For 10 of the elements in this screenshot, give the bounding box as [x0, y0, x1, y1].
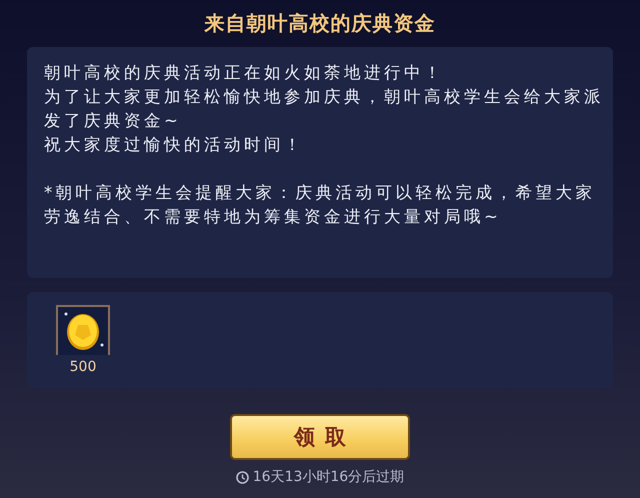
- reward-amount: 500: [70, 359, 96, 375]
- message-paragraph: 为了让大家更加轻松愉快地参加庆典，朝叶高校学生会给大家派发了庆典资金~: [44, 86, 604, 132]
- message-note: *朝叶高校学生会提醒大家：庆典活动可以轻松完成，希望大家劳逸结合、不需要特地为筹集资金进行大量对局哦~: [44, 182, 596, 228]
- claim-button[interactable]: 领取: [230, 414, 410, 460]
- expiry-text: 16天13小时16分后过期: [252, 468, 404, 486]
- message-paragraph: 朝叶高校的庆典活动正在如火如荼地进行中！: [44, 62, 445, 84]
- dialog-title: 来自朝叶高校的庆典资金: [204, 10, 436, 37]
- coin-icon[interactable]: [56, 305, 110, 355]
- message-paragraph: 祝大家度过愉快的活动时间！: [44, 134, 305, 156]
- clock-icon: [236, 470, 249, 484]
